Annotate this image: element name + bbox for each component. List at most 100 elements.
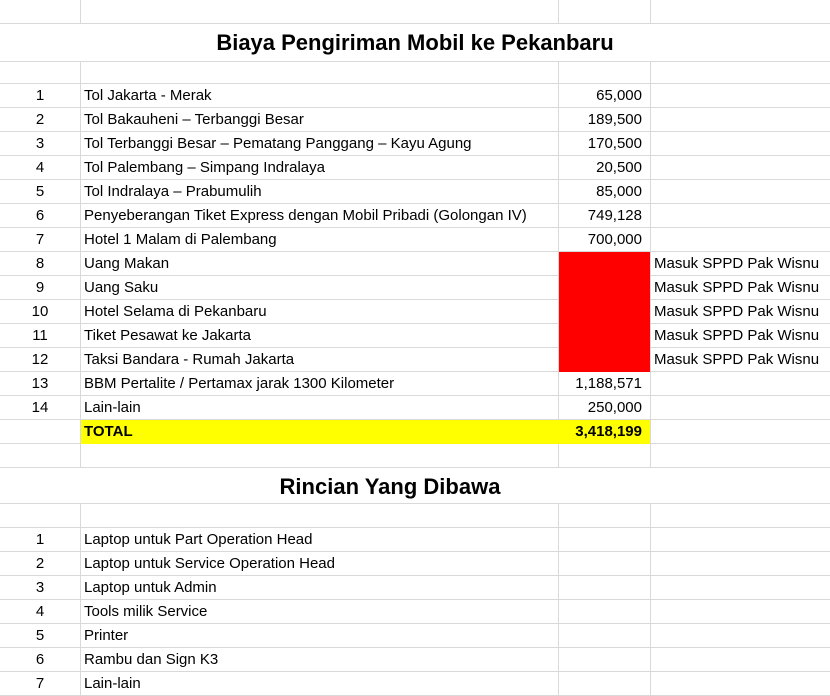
cost-description: Taksi Bandara - Rumah Jakarta [84,351,295,368]
table-row[interactable]: 3 Tol Terbanggi Besar – Pematang Panggang… [0,132,830,156]
section-title: Rincian Yang Dibawa [279,474,501,499]
row-number: 10 [31,303,49,320]
item-description: Lain-lain [84,675,141,692]
table-row[interactable]: 13 BBM Pertalite / Pertamax jarak 1300 Ki… [0,372,830,396]
cost-note [651,84,830,107]
amount-cell-highlighted [559,324,650,348]
row-number: 14 [31,399,49,416]
item-description: Printer [84,627,129,644]
list-item[interactable]: 6 Rambu dan Sign K3 [0,648,830,672]
cost-description: Uang Makan [84,255,170,272]
cost-amount: 20,500 [596,159,642,176]
cost-note: Masuk SPPD Pak Wisnu [654,327,820,344]
cost-note [651,156,830,179]
item-number: 3 [35,579,45,596]
row-number: 7 [35,231,45,248]
item-number: 2 [35,555,45,572]
list-item[interactable]: 3 Laptop untuk Admin [0,576,830,600]
cost-note [651,228,830,251]
table-row[interactable]: 9 Uang Saku Masuk SPPD Pak Wisnu [0,276,830,300]
cost-note [651,132,830,155]
row-number: 11 [32,327,48,344]
list-item[interactable]: 2 Laptop untuk Service Operation Head [0,552,830,576]
item-description: Laptop untuk Service Operation Head [84,555,335,572]
cost-description: Tiket Pesawat ke Jakarta [84,327,252,344]
empty-row[interactable] [0,444,830,468]
cost-note [651,180,830,203]
cost-note: Masuk SPPD Pak Wisnu [654,255,820,272]
title-row[interactable]: Biaya Pengiriman Mobil ke Pekanbaru [0,24,830,62]
cost-description: Tol Bakauheni – Terbanggi Besar [84,111,304,128]
cost-note [651,108,830,131]
spreadsheet-grid: Biaya Pengiriman Mobil ke Pekanbaru 1 Tol… [0,0,830,696]
table-row[interactable]: 11 Tiket Pesawat ke Jakarta Masuk SPPD Pak… [0,324,830,348]
table-row[interactable]: 1 Tol Jakarta - Merak 65,000 [0,84,830,108]
list-item[interactable]: 4 Tools milik Service [0,600,830,624]
cost-note [651,372,830,395]
row-number: 2 [35,111,45,128]
amount-cell-highlighted [559,300,650,324]
cost-description: Lain-lain [84,399,141,416]
table-row[interactable]: 8 Uang Makan Masuk SPPD Pak Wisnu [0,252,830,276]
amount-cell-highlighted [559,252,650,276]
row-number: 6 [35,207,45,224]
total-label: TOTAL [84,423,133,440]
table-row[interactable]: 6 Penyeberangan Tiket Express dengan Mobi… [0,204,830,228]
list-item[interactable]: 1 Laptop untuk Part Operation Head [0,528,830,552]
row-number: 3 [35,135,45,152]
cost-description: Tol Jakarta - Merak [84,87,212,104]
cost-note: Masuk SPPD Pak Wisnu [654,303,820,320]
cost-note [651,204,830,227]
table-row[interactable]: 10 Hotel Selama di Pekanbaru Masuk SPPD Pa… [0,300,830,324]
item-description: Tools milik Service [84,603,208,620]
cost-description: Tol Indralaya – Prabumulih [84,183,262,200]
total-amount: 3,418,199 [575,423,642,440]
amount-cell-highlighted [559,276,650,300]
table-row[interactable]: 5 Tol Indralaya – Prabumulih 85,000 [0,180,830,204]
empty-row[interactable] [0,62,830,84]
item-number: 6 [35,651,45,668]
cost-amount: 700,000 [587,231,642,248]
item-number: 4 [35,603,45,620]
empty-row[interactable] [0,504,830,528]
row-number: 1 [35,87,45,104]
total-row[interactable]: TOTAL 3,418,199 [0,420,830,444]
row-number: 8 [35,255,45,272]
table-row[interactable]: 4 Tol Palembang – Simpang Indralaya 20,500 [0,156,830,180]
cost-amount: 65,000 [596,87,642,104]
cost-description: Tol Palembang – Simpang Indralaya [84,159,325,176]
table-row[interactable]: 2 Tol Bakauheni – Terbanggi Besar 189,500 [0,108,830,132]
cost-note [651,396,830,419]
row-number: 4 [35,159,45,176]
table-row[interactable]: 14 Lain-lain 250,000 [0,396,830,420]
row-number: 12 [31,351,49,368]
item-number: 1 [35,531,45,548]
amount-cell-highlighted [559,348,650,372]
item-description: Rambu dan Sign K3 [84,651,219,668]
cost-description: BBM Pertalite / Pertamax jarak 1300 Kilo… [84,375,395,392]
list-item[interactable]: 5 Printer [0,624,830,648]
list-item[interactable]: 7 Lain-lain [0,672,830,696]
empty-row[interactable] [0,0,830,24]
cost-description: Hotel Selama di Pekanbaru [84,303,267,320]
cost-note: Masuk SPPD Pak Wisnu [654,351,820,368]
subtitle-row[interactable]: Rincian Yang Dibawa [0,468,830,504]
row-number: 13 [31,375,49,392]
cost-description: Uang Saku [84,279,159,296]
table-row[interactable]: 12 Taksi Bandara - Rumah Jakarta Masuk SPP… [0,348,830,372]
sheet-title: Biaya Pengiriman Mobil ke Pekanbaru [216,30,614,55]
cost-amount: 749,128 [587,207,642,224]
row-number: 5 [35,183,45,200]
cost-description: Tol Terbanggi Besar – Pematang Panggang … [84,135,472,152]
cost-amount: 189,500 [587,111,642,128]
cost-description: Hotel 1 Malam di Palembang [84,231,277,248]
item-number: 5 [35,627,45,644]
cost-note: Masuk SPPD Pak Wisnu [654,279,820,296]
item-description: Laptop untuk Admin [84,579,217,596]
cost-amount: 170,500 [587,135,642,152]
cost-amount: 85,000 [596,183,642,200]
item-number: 7 [35,675,45,692]
item-description: Laptop untuk Part Operation Head [84,531,313,548]
cost-description: Penyeberangan Tiket Express dengan Mobil… [84,207,527,224]
table-row[interactable]: 7 Hotel 1 Malam di Palembang 700,000 [0,228,830,252]
